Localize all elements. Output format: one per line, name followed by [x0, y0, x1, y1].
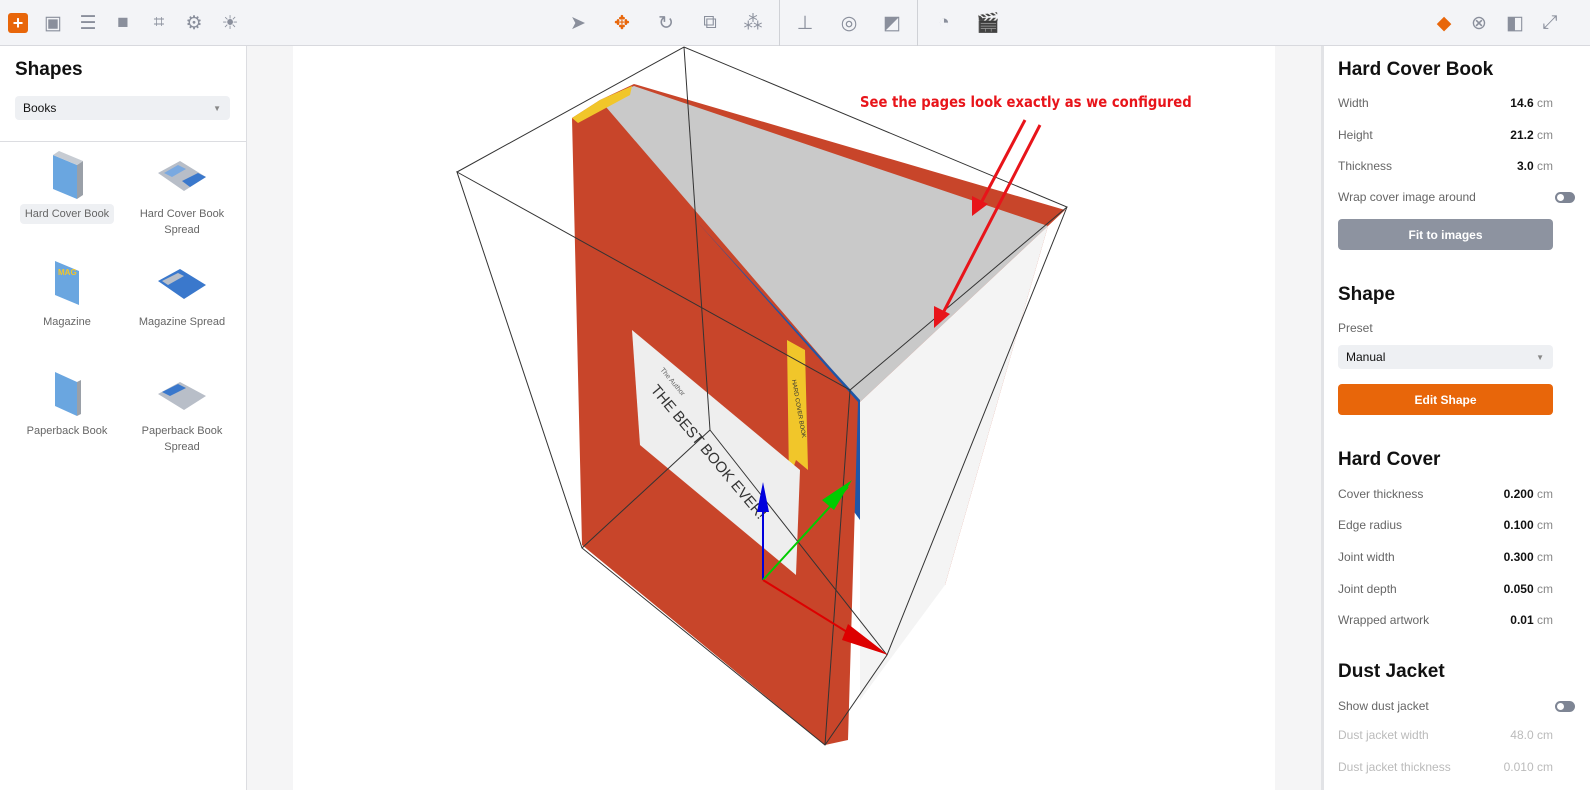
scale-icon[interactable]: ⧉	[698, 11, 722, 35]
wrap-cover-row: Wrap cover image around	[1338, 190, 1476, 204]
floor-icon[interactable]: ⊥	[793, 11, 817, 35]
camera-icon[interactable]: ■	[111, 11, 135, 35]
category-select[interactable]: Books ▼	[15, 96, 230, 120]
paperback-spread-icon	[158, 382, 206, 410]
gear-icon[interactable]: ⚙	[182, 11, 206, 35]
fit-to-images-button[interactable]: Fit to images	[1338, 219, 1553, 250]
category-value: Books	[23, 101, 57, 115]
panel-title: Shapes	[15, 59, 83, 80]
shapes-panel: Shapes Books ▼ Hard Cover Book Hard Cover…	[0, 46, 247, 790]
show-dust-jacket-toggle[interactable]	[1555, 701, 1575, 712]
material-icon[interactable]: ◩	[880, 11, 904, 35]
height-field[interactable]: Height 21.2 cm	[1338, 128, 1553, 142]
section-title-dust-jacket: Dust Jacket	[1338, 661, 1445, 682]
edit-shape-button[interactable]: Edit Shape	[1338, 384, 1553, 415]
shape-hard-cover-book-spread[interactable]: Hard Cover Book Spread	[127, 151, 237, 240]
book-3d-render: THE BEST BOOK EVER! The Author HARD COVE…	[456, 46, 1068, 746]
shape-magazine-spread[interactable]: Magazine Spread	[127, 259, 237, 332]
show-dust-jacket-row: Show dust jacket	[1338, 699, 1429, 713]
wrap-cover-toggle[interactable]	[1555, 192, 1575, 203]
paperback-book-icon	[55, 372, 81, 416]
hard-cover-book-icon	[53, 151, 83, 199]
add-icon[interactable]: +	[8, 13, 28, 33]
magazine-spread-icon	[158, 269, 206, 299]
panel-icon[interactable]: ◧	[1503, 11, 1527, 35]
shape-paperback-book-spread[interactable]: Paperback Book Spread	[127, 368, 237, 457]
annotation-text: See the pages look exactly as we configu…	[860, 93, 1192, 111]
shape-hard-cover-book[interactable]: Hard Cover Book	[12, 151, 122, 224]
wrapped-artwork-field[interactable]: Wrapped artwork 0.01 cm	[1338, 613, 1553, 627]
move-icon[interactable]: ✥	[610, 11, 634, 35]
list-icon[interactable]: ☰	[76, 11, 100, 35]
dust-jacket-thickness-field: Dust jacket thickness 0.010 cm	[1338, 760, 1553, 774]
light-icon[interactable]: ☀	[218, 11, 242, 35]
texture-icon[interactable]: ⊗	[1467, 11, 1491, 35]
cover-thickness-field[interactable]: Cover thickness 0.200 cm	[1338, 487, 1553, 501]
dust-jacket-width-field: Dust jacket width 48.0 cm	[1338, 728, 1553, 742]
cube-icon[interactable]: ◆	[1432, 11, 1456, 35]
pivot-icon[interactable]: ⁂	[741, 11, 765, 35]
3d-viewport[interactable]: THE BEST BOOK EVER! The Author HARD COVE…	[247, 46, 1321, 790]
fullscreen-icon[interactable]: ⤢	[1538, 11, 1562, 35]
thickness-field[interactable]: Thickness 3.0 cm	[1338, 159, 1553, 173]
time-icon[interactable]: ◔	[932, 11, 956, 35]
zoom-object-icon[interactable]: ◎	[837, 11, 861, 35]
section-title-hard-cover: Hard Cover	[1338, 449, 1441, 470]
book-spread-icon	[158, 161, 206, 191]
select-arrow-icon[interactable]: ➤	[566, 11, 590, 35]
focus-icon[interactable]: ⌗	[147, 11, 171, 35]
magazine-icon: MAG	[55, 261, 79, 305]
edge-radius-field[interactable]: Edge radius 0.100 cm	[1338, 518, 1553, 532]
section-title-shape: Shape	[1338, 284, 1396, 305]
properties-panel: Hard Cover Book Width 14.6 cm Height 21.2 …	[1321, 46, 1590, 790]
joint-depth-field[interactable]: Joint depth 0.050 cm	[1338, 582, 1553, 596]
svg-text:MAG: MAG	[58, 268, 77, 277]
clapper-icon[interactable]: 🎬	[976, 11, 1000, 35]
grid-icon[interactable]: ▣	[41, 11, 65, 35]
shape-magazine[interactable]: MAG Magazine	[12, 259, 122, 332]
rotate-icon[interactable]: ↻	[654, 11, 678, 35]
joint-width-field[interactable]: Joint width 0.300 cm	[1338, 550, 1553, 564]
toolbar: + ▣ ☰ ■ ⌗ ⚙ ☀ ➤ ✥ ↻ ⧉ ⁂ ⊥ ◎ ◩ ◔ 🎬 ◆ ⊗ ◧ …	[0, 0, 1590, 46]
section-title-book: Hard Cover Book	[1338, 59, 1494, 80]
preset-select[interactable]: Manual ▼	[1338, 345, 1553, 369]
width-field[interactable]: Width 14.6 cm	[1338, 96, 1553, 110]
chevron-down-icon: ▼	[213, 104, 221, 113]
preset-label: Preset	[1338, 321, 1373, 335]
chevron-down-icon: ▼	[1536, 353, 1544, 362]
shape-paperback-book[interactable]: Paperback Book	[12, 368, 122, 441]
